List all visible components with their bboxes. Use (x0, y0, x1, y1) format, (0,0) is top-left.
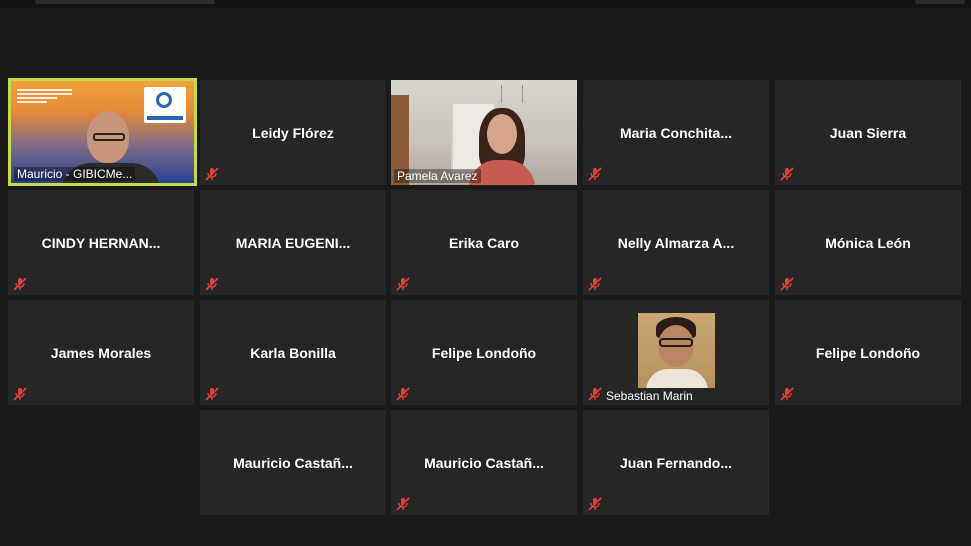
participant-tile[interactable]: Karla Bonilla (200, 300, 386, 405)
participant-tile[interactable]: Mauricio - GIBICMe... (8, 78, 197, 186)
toolbar-segment (915, 0, 965, 4)
microphone-muted-icon (780, 167, 794, 181)
participant-name: Felipe Londoño (431, 344, 537, 361)
participant-tile[interactable]: Felipe Londoño (775, 300, 961, 405)
toolbar-segment (35, 0, 215, 4)
participant-name: CINDY HERNAN... (41, 234, 161, 251)
participant-name: Juan Sierra (829, 124, 907, 141)
participant-name: MARIA EUGENI... (235, 234, 351, 251)
participant-name: Felipe Londoño (815, 344, 921, 361)
participant-tile[interactable]: Mauricio Castañ... (391, 410, 577, 515)
microphone-muted-icon (588, 387, 602, 401)
microphone-muted-icon (205, 277, 219, 291)
participant-tile[interactable]: Pamela Avarez (391, 80, 577, 185)
microphone-muted-icon (13, 387, 27, 401)
participant-tile[interactable]: Nelly Almarza A... (583, 190, 769, 295)
participant-tile[interactable]: Erika Caro (391, 190, 577, 295)
participant-tile[interactable]: Mauricio Castañ... (200, 410, 386, 515)
participant-name: Erika Caro (448, 234, 520, 251)
participant-name: James Morales (50, 344, 152, 361)
participant-name: Mauricio - GIBICMe... (14, 167, 136, 181)
microphone-muted-icon (588, 277, 602, 291)
participant-tile[interactable]: CINDY HERNAN... (8, 190, 194, 295)
microphone-muted-icon (780, 387, 794, 401)
participant-name: Mónica León (825, 234, 911, 251)
participant-tile[interactable]: Felipe Londoño (391, 300, 577, 405)
participant-name: Karla Bonilla (250, 344, 336, 361)
participant-tile[interactable]: Mónica León (775, 190, 961, 295)
microphone-muted-icon (205, 167, 219, 181)
participant-tile[interactable]: Sebastian Marin (583, 300, 769, 405)
participant-tile[interactable]: Juan Fernando... (583, 410, 769, 515)
top-toolbar (0, 0, 971, 8)
microphone-muted-icon (588, 167, 602, 181)
participant-name: Sebastian Marin (606, 389, 693, 403)
participant-name: Mauricio Castañ... (424, 454, 544, 471)
participant-name: Pamela Avarez (394, 169, 481, 183)
participant-tile[interactable]: Leidy Flórez (200, 80, 386, 185)
participant-name: Mauricio Castañ... (233, 454, 353, 471)
microphone-muted-icon (13, 277, 27, 291)
participant-tile[interactable]: MARIA EUGENI... (200, 190, 386, 295)
participant-name: Juan Fernando... (619, 454, 732, 471)
participant-tile[interactable]: James Morales (8, 300, 194, 405)
microphone-muted-icon (588, 497, 602, 511)
microphone-muted-icon (780, 277, 794, 291)
participant-name: Maria Conchita... (619, 124, 733, 141)
microphone-muted-icon (205, 387, 219, 401)
participant-name: Nelly Almarza A... (617, 234, 735, 251)
participant-name: Leidy Flórez (252, 124, 334, 141)
participant-video (638, 313, 715, 388)
microphone-muted-icon (396, 387, 410, 401)
microphone-muted-icon (396, 497, 410, 511)
smart-sensing-logo (144, 87, 186, 123)
participant-tile[interactable]: Juan Sierra (775, 80, 961, 185)
microphone-muted-icon (396, 277, 410, 291)
participant-tile[interactable]: Maria Conchita... (583, 80, 769, 185)
event-logo (17, 87, 72, 109)
